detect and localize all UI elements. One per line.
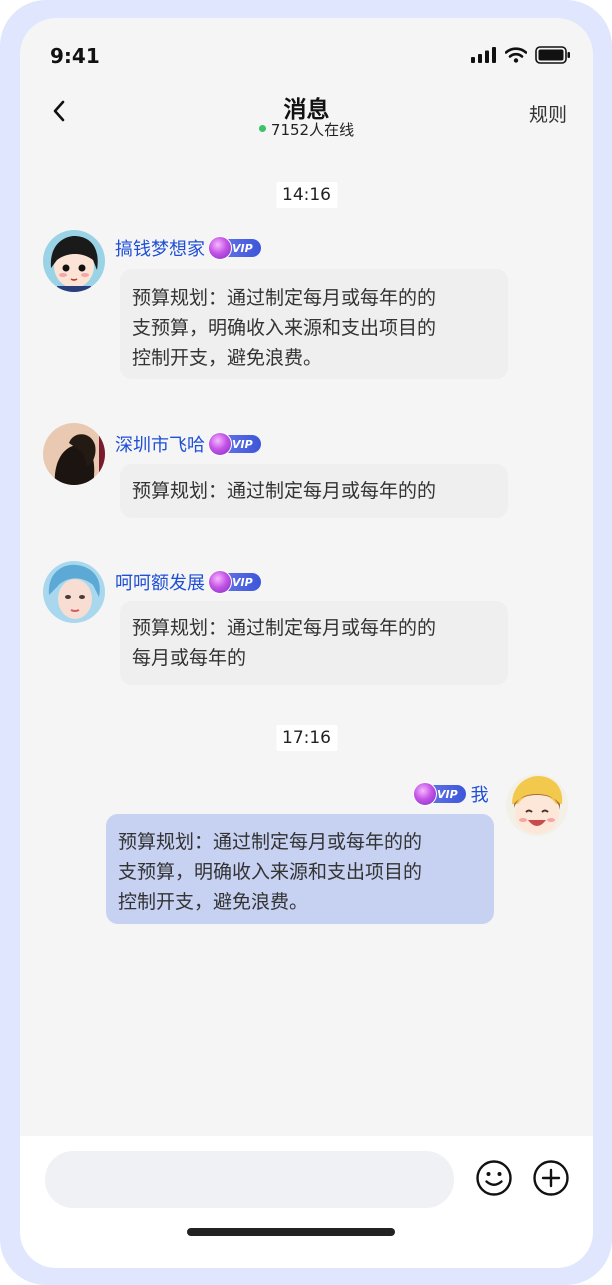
vip-label: VIP	[232, 575, 253, 589]
vip-badge: VIP	[208, 432, 261, 456]
message-line: 支预算，明确收入来源和支出项目的	[132, 317, 437, 339]
sender-line: 深圳市飞哈 VIP	[115, 431, 261, 457]
status-time: 9:41	[50, 44, 100, 68]
online-dot-icon	[258, 125, 266, 132]
avatar[interactable]	[43, 230, 105, 292]
sender-name[interactable]: 呵呵额发展	[115, 569, 205, 595]
vip-label: VIP	[232, 241, 253, 255]
sender-line: 呵呵额发展 VIP	[115, 569, 261, 595]
message-line: 每月或每年的	[132, 647, 247, 669]
my-avatar[interactable]	[506, 774, 568, 836]
vip-gem-icon	[208, 432, 232, 456]
online-count: 7152人在线	[20, 119, 593, 140]
home-indicator[interactable]	[187, 1228, 395, 1236]
my-name: 我	[470, 785, 489, 806]
signal-icon	[471, 47, 496, 63]
vip-gem-icon	[413, 782, 437, 806]
online-text: 7152人在线	[270, 121, 355, 139]
message-bubble[interactable]: 预算规划：通过制定每月或每年的的	[120, 464, 508, 518]
status-icons	[471, 46, 571, 64]
message-input[interactable]	[45, 1151, 454, 1208]
sender-name[interactable]: 搞钱梦想家	[115, 235, 205, 261]
vip-label: VIP	[232, 437, 253, 451]
message-bubble[interactable]: 预算规划：通过制定每月或每年的的 每月或每年的	[120, 601, 508, 685]
message-line: 支预算，明确收入来源和支出项目的	[118, 861, 423, 883]
avatar[interactable]	[43, 561, 105, 623]
message-line: 预算规划：通过制定每月或每年的的	[132, 480, 437, 502]
battery-icon	[535, 46, 570, 64]
message-line: 预算规划：通过制定每月或每年的的	[118, 831, 423, 853]
message-line: 控制开支，避免浪费。	[132, 347, 323, 369]
sender-name[interactable]: 深圳市飞哈	[115, 431, 205, 457]
vip-label: VIP	[437, 787, 458, 801]
vip-gem-icon	[208, 236, 232, 260]
status-bar: 9:41	[20, 18, 593, 98]
chat-screen: 9:41 消息 7152人在线 规则 14:16 搞钱梦想家 VIP 预算规划：…	[20, 18, 593, 1268]
message-line: 控制开支，避免浪费。	[118, 891, 309, 913]
vip-gem-icon	[208, 570, 232, 594]
message-line: 预算规划：通过制定每月或每年的的	[132, 617, 437, 639]
timestamp: 17:16	[276, 725, 337, 751]
avatar[interactable]	[43, 423, 105, 485]
message-bubble[interactable]: 预算规划：通过制定每月或每年的的 支预算，明确收入来源和支出项目的 控制开支，避…	[120, 269, 508, 379]
timestamp: 14:16	[276, 182, 337, 208]
wifi-icon	[505, 47, 527, 63]
emoji-button[interactable]	[475, 1159, 513, 1197]
emoji-icon	[476, 1160, 512, 1196]
vip-badge: VIP	[208, 236, 261, 260]
device-frame: 9:41 消息 7152人在线 规则 14:16 搞钱梦想家 VIP 预算规划：…	[0, 0, 612, 1285]
more-button[interactable]	[532, 1159, 570, 1197]
input-bar	[20, 1136, 593, 1268]
rules-link[interactable]: 规则	[529, 100, 567, 127]
my-sender-line: VIP 我	[413, 781, 489, 807]
vip-badge: VIP	[208, 570, 261, 594]
plus-icon	[533, 1160, 569, 1196]
sender-line: 搞钱梦想家 VIP	[115, 235, 261, 261]
my-message-bubble[interactable]: 预算规划：通过制定每月或每年的的 支预算，明确收入来源和支出项目的 控制开支，避…	[106, 814, 494, 924]
message-line: 预算规划：通过制定每月或每年的的	[132, 287, 437, 309]
vip-badge: VIP	[413, 782, 466, 806]
